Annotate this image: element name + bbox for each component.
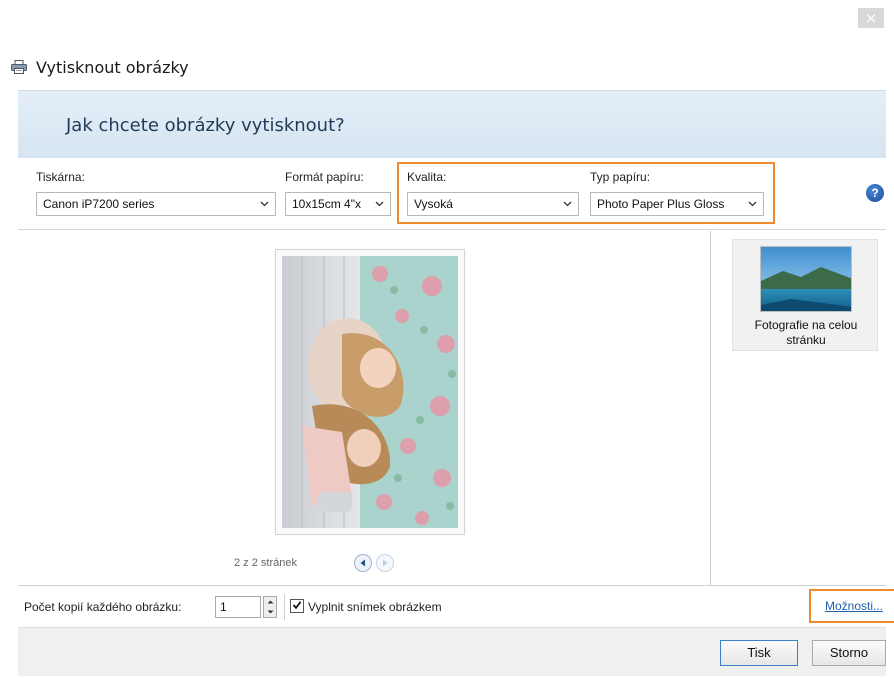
quality-label: Kvalita:	[407, 170, 447, 184]
copies-spinner[interactable]	[263, 596, 277, 618]
copies-input[interactable]	[215, 596, 261, 618]
dialog-title: Vytisknout obrázky	[36, 57, 189, 77]
paper-type-select[interactable]: Photo Paper Plus Gloss	[590, 192, 764, 216]
layout-label: Fotografie na celou stránku	[754, 318, 858, 347]
print-options-row: Počet kopií každého obrázku: Vyplnit sní…	[18, 585, 894, 627]
quality-value: Vysoká	[414, 197, 453, 211]
page-preview	[275, 249, 465, 535]
spinner-down-icon[interactable]	[264, 607, 276, 617]
page-counter: 2 z 2 stránek	[234, 557, 297, 569]
paper-size-value: 10x15cm 4"x	[292, 197, 361, 211]
title-bar: ×	[0, 0, 894, 36]
next-page-icon	[381, 556, 389, 570]
paper-type-value: Photo Paper Plus Gloss	[597, 197, 725, 211]
options-link-highlight: Možnosti...	[809, 589, 894, 623]
next-page-button[interactable]	[376, 554, 394, 572]
cancel-button[interactable]: Storno	[812, 640, 886, 666]
help-icon[interactable]: ?	[866, 184, 884, 202]
paper-size-label: Formát papíru:	[285, 170, 364, 184]
copies-label: Počet kopií každého obrázku:	[24, 600, 182, 614]
paper-size-select[interactable]: 10x15cm 4"x	[285, 192, 391, 216]
layout-list: Fotografie na celou stránku	[712, 231, 886, 585]
chevron-down-icon	[745, 193, 759, 215]
print-settings-bar: Tiskárna: Canon iP7200 series Formát pap…	[18, 158, 886, 230]
printer-value: Canon iP7200 series	[43, 197, 155, 211]
print-preview-pane: 2 z 2 stránek	[18, 231, 711, 585]
quality-select[interactable]: Vysoká	[407, 192, 579, 216]
printer-select[interactable]: Canon iP7200 series	[36, 192, 276, 216]
previous-page-button[interactable]	[354, 554, 372, 572]
close-icon: ×	[864, 9, 878, 27]
dialog-footer: Tisk Storno	[18, 627, 886, 676]
printer-icon	[8, 58, 30, 76]
layout-full-page-photo[interactable]: Fotografie na celou stránku	[732, 239, 878, 351]
previous-page-icon	[359, 556, 367, 570]
divider	[284, 594, 285, 620]
fit-picture-checkbox[interactable]	[290, 599, 304, 613]
chevron-down-icon	[560, 193, 574, 215]
printer-label: Tiskárna:	[36, 170, 85, 184]
close-button[interactable]: ×	[858, 8, 884, 28]
banner-prompt: Jak chcete obrázky vytisknout?	[66, 115, 345, 136]
layout-thumbnail	[760, 246, 852, 312]
main-area: 2 z 2 stránek Fotografie na celou stránk…	[18, 231, 886, 585]
print-button[interactable]: Tisk	[720, 640, 798, 666]
checkmark-icon	[292, 599, 302, 613]
paper-type-label: Typ papíru:	[590, 170, 651, 184]
spinner-up-icon[interactable]	[264, 597, 276, 607]
options-link[interactable]: Možnosti...	[825, 599, 883, 613]
chevron-down-icon	[257, 193, 271, 215]
print-pictures-dialog: Vytisknout obrázky Jak chcete obrázky vy…	[8, 36, 894, 676]
header-banner: Jak chcete obrázky vytisknout?	[18, 90, 886, 158]
chevron-down-icon	[372, 193, 386, 215]
dialog-title-row: Vytisknout obrázky	[8, 56, 189, 78]
fit-picture-label[interactable]: Vyplnit snímek obrázkem	[308, 600, 442, 614]
photo-preview-image	[282, 256, 458, 528]
